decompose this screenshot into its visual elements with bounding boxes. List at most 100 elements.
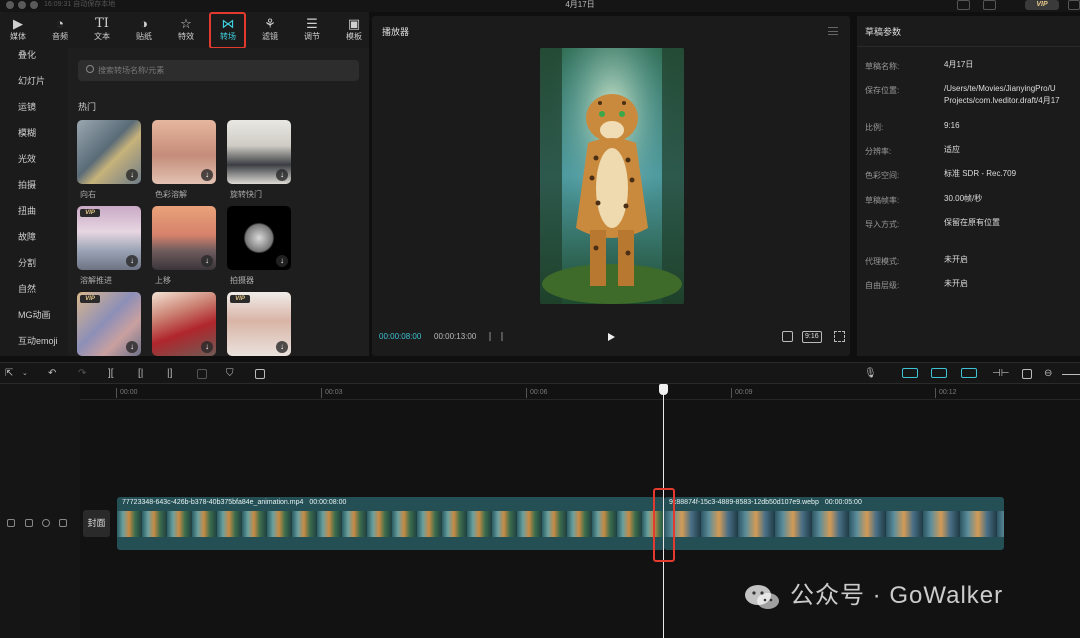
player-panel: 播放器 00:00:08:00 00:00:13:00 9:16 — [372, 16, 850, 356]
play-button[interactable] — [608, 333, 615, 341]
playhead-handle[interactable] — [659, 384, 668, 395]
tool-label: 贴纸 — [136, 32, 152, 41]
cover-button[interactable]: 封面 — [83, 510, 110, 537]
category-item[interactable]: 故障 — [0, 230, 68, 244]
export-icon[interactable] — [1068, 0, 1080, 10]
param-value: 保留在原有位置 — [944, 218, 1000, 227]
param-label: 保存位置: — [865, 86, 900, 95]
delete-icon[interactable] — [197, 369, 207, 379]
transition-thumb-dissolve-push[interactable]: VIP ↓ — [77, 206, 141, 270]
download-icon[interactable]: ↓ — [126, 169, 138, 181]
layout-icon[interactable] — [983, 0, 996, 10]
category-item[interactable]: 拍摄 — [0, 178, 68, 192]
tool-adjust[interactable]: ☰ 调节 — [292, 16, 332, 46]
transition-thumb-7[interactable]: VIP ↓ — [77, 292, 141, 356]
param-label: 代理模式: — [865, 257, 900, 266]
caption-icon[interactable] — [1022, 369, 1032, 379]
aspect-ratio-button[interactable]: 9:16 — [802, 331, 822, 343]
undo-icon[interactable]: ↶ — [48, 368, 56, 380]
category-item[interactable]: 模糊 — [0, 126, 68, 140]
video-preview[interactable] — [540, 48, 684, 304]
tool-audio[interactable]: ◔ 音频 — [40, 16, 80, 46]
transition-thumb-8[interactable]: ↓ — [152, 292, 216, 356]
category-item[interactable]: 幻灯片 — [0, 74, 68, 88]
current-time: 00:00:08:00 — [379, 332, 422, 341]
lock-icon[interactable] — [25, 519, 33, 527]
download-icon[interactable]: ↓ — [276, 255, 288, 267]
search-input[interactable] — [98, 60, 348, 81]
tool-filter[interactable]: ⚘ 滤镜 — [250, 16, 290, 46]
download-icon[interactable]: ↓ — [276, 169, 288, 181]
param-value: 9:16 — [944, 121, 960, 130]
split-view-icon[interactable]: ⊣⊢ — [992, 368, 1009, 380]
category-item[interactable]: 叠化 — [0, 48, 68, 62]
split-icon[interactable]: ][ — [108, 368, 114, 380]
section-label-hot: 热门 — [78, 102, 97, 112]
param-value: 标准 SDR - Rec.709 — [944, 169, 1017, 178]
download-icon[interactable]: ↓ — [276, 341, 288, 353]
adjust-icon: ☰ — [306, 16, 318, 31]
transition-thumb-move-up[interactable]: ↓ — [152, 206, 216, 270]
clip-title: 9c88874f-15c3-4889-8583-12db50d107e9.web… — [669, 499, 862, 506]
tool-effects[interactable]: ☆ 特效 — [166, 16, 206, 46]
category-item[interactable]: 自然 — [0, 282, 68, 296]
template-icon: ▣ — [347, 16, 361, 31]
transition-thumb-color-dissolve[interactable]: ↓ — [152, 120, 216, 184]
zoom-out-icon[interactable]: ⊖ — [1044, 368, 1052, 380]
shortcut-icon[interactable] — [957, 0, 970, 10]
fit-screen-icon[interactable] — [782, 331, 793, 342]
trim-left-icon[interactable]: [| — [138, 368, 143, 380]
clip-filmstrip — [664, 511, 1004, 537]
category-item[interactable]: 互动emoji — [0, 334, 68, 348]
category-item[interactable]: 运镜 — [0, 100, 68, 114]
transition-thumb-camera[interactable]: ↓ — [227, 206, 291, 270]
category-item[interactable]: MG动画 — [0, 308, 68, 322]
transition-thumb-9[interactable]: VIP ↓ — [227, 292, 291, 356]
mic-icon[interactable]: 🎙 — [864, 368, 877, 380]
menu-icon[interactable] — [828, 27, 838, 35]
volume-icon[interactable] — [59, 519, 67, 527]
tool-sticker[interactable]: ◑ 贴纸 — [124, 16, 164, 46]
zoom-slider[interactable] — [1062, 374, 1080, 375]
download-icon[interactable]: ↓ — [201, 255, 213, 267]
tool-template[interactable]: ▣ 模板 — [334, 16, 374, 46]
download-icon[interactable]: ↓ — [126, 255, 138, 267]
video-clip-2[interactable]: 9c88874f-15c3-4889-8583-12db50d107e9.web… — [664, 497, 1004, 550]
leopard-frame — [540, 48, 684, 304]
download-icon[interactable]: ↓ — [201, 341, 213, 353]
param-value: 未开启 — [944, 279, 968, 288]
search-box[interactable] — [78, 60, 359, 81]
eye-icon[interactable] — [42, 519, 50, 527]
transition-label: 向右 — [80, 190, 96, 199]
video-clip-1[interactable]: 77723348-643c-426b-b378-40b375bfa84e_ani… — [117, 497, 665, 550]
tool-label: 文本 — [94, 32, 110, 41]
preview-axis-icon[interactable] — [961, 368, 977, 378]
vip-badge[interactable]: VIP — [1025, 0, 1059, 10]
track-video-icon[interactable] — [7, 519, 15, 527]
shield-icon[interactable]: ⛉ — [226, 368, 234, 380]
snap-icon[interactable] — [902, 368, 918, 378]
chevron-down-icon[interactable]: ⌄ — [22, 368, 28, 380]
trim-right-icon[interactable]: |] — [167, 368, 172, 380]
category-item[interactable]: 光效 — [0, 152, 68, 166]
param-label: 自由层级: — [865, 281, 900, 290]
category-item[interactable]: 扭曲 — [0, 204, 68, 218]
transition-thumb-rotate-shutter[interactable]: ↓ — [227, 120, 291, 184]
category-item[interactable]: 分割 — [0, 256, 68, 270]
redo-icon[interactable]: ↷ — [78, 368, 86, 380]
tool-media[interactable]: ▶ 媒体 — [0, 16, 38, 46]
download-icon[interactable]: ↓ — [201, 169, 213, 181]
download-icon[interactable]: ↓ — [126, 341, 138, 353]
timeline-list-icon[interactable] — [489, 332, 503, 341]
time-ruler[interactable]: 00:00 00:03 00:06 00:09 00:12 — [80, 384, 1080, 400]
fullscreen-icon[interactable] — [834, 331, 845, 342]
tool-label: 滤镜 — [262, 32, 278, 41]
select-tool-icon[interactable]: ⇱ — [5, 368, 13, 380]
tool-label: 模板 — [346, 32, 362, 41]
tool-text[interactable]: TI 文本 — [82, 16, 122, 46]
clip-title: 77723348-643c-426b-b378-40b375bfa84e_ani… — [122, 499, 346, 506]
transition-browser: 热门 ↓ 向右 ↓ 色彩溶解 ↓ 旋转快门 VIP ↓ 溶解推进 ↓ 上移 ↓ … — [68, 48, 369, 356]
crop-icon[interactable] — [255, 369, 265, 379]
transition-thumb-right[interactable]: ↓ — [77, 120, 141, 184]
link-icon[interactable] — [931, 368, 947, 378]
